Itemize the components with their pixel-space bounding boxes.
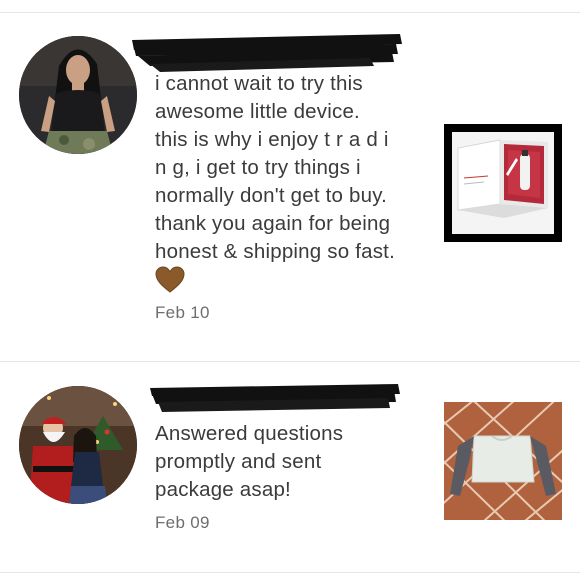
review-text-line: this is why i enjoy t r a d i xyxy=(155,128,389,151)
review-text: i cannot wait to try this awesome little… xyxy=(155,70,395,266)
review-text-line: awesome little device. xyxy=(155,100,360,123)
review-text-line: n g, i get to try things i xyxy=(155,156,361,179)
review-text-line: package asap! xyxy=(155,478,291,501)
review-date: Feb 10 xyxy=(155,303,210,322)
review-text-line: thank you again for being xyxy=(155,212,391,235)
review-text-line: i cannot wait to try this xyxy=(155,72,363,95)
review-date: Feb 09 xyxy=(155,513,210,532)
grey-crop-sweater-photo xyxy=(444,402,562,520)
review-text-line: honest & shipping so fast. xyxy=(155,240,395,263)
woman-in-black-top-photo xyxy=(19,36,137,154)
santa-photo xyxy=(19,386,137,504)
review-text-line: promptly and sent xyxy=(155,450,322,473)
review-item: Answered questions promptly and sent pac… xyxy=(0,362,580,572)
reviewer-name-redacted xyxy=(148,380,404,414)
review-text-line: Answered questions xyxy=(155,422,344,445)
bottom-divider xyxy=(0,572,580,573)
reviewer-avatar[interactable] xyxy=(19,386,137,504)
product-thumbnail[interactable] xyxy=(444,402,562,520)
review-item: i cannot wait to try this awesome little… xyxy=(0,0,580,360)
reviewer-avatar[interactable] xyxy=(19,36,137,154)
review-text: Answered questions promptly and sent pac… xyxy=(155,420,343,504)
review-text-line: normally don't get to buy. xyxy=(155,184,388,207)
brown-heart-icon xyxy=(155,266,185,294)
white-red-gift-box-photo xyxy=(444,124,562,242)
product-thumbnail[interactable] xyxy=(444,124,562,242)
